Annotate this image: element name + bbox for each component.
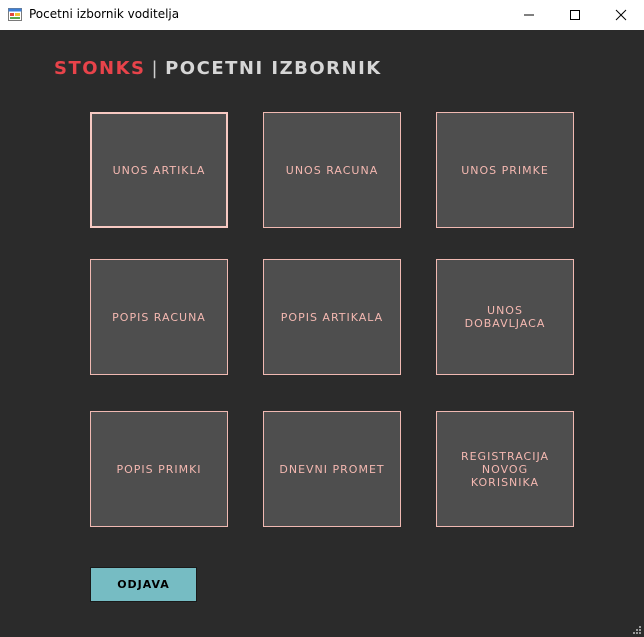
maximize-icon xyxy=(570,10,580,20)
brand-logo-text: STONKS xyxy=(54,58,146,79)
dnevni-promet-button[interactable]: DNEVNI PROMET xyxy=(263,411,401,527)
app-icon xyxy=(8,8,22,21)
popis-primki-button[interactable]: POPIS PRIMKI xyxy=(90,411,228,527)
minimize-icon xyxy=(524,14,534,16)
minimize-button[interactable] xyxy=(506,0,552,30)
popis-artikala-button[interactable]: POPIS ARTIKALA xyxy=(263,259,401,375)
logout-button[interactable]: ODJAVA xyxy=(90,567,197,602)
page-title: POCETNI IZBORNIK xyxy=(165,58,382,79)
registracija-korisnika-button[interactable]: REGISTRACIJA NOVOG KORISNIKA xyxy=(436,411,574,527)
resize-grip-icon[interactable] xyxy=(632,625,642,635)
page-header: STONKS | POCETNI IZBORNIK xyxy=(54,58,382,79)
client-area: STONKS | POCETNI IZBORNIK UNOS ARTIKLA UNO… xyxy=(0,30,644,637)
close-icon xyxy=(615,9,627,21)
header-separator: | xyxy=(151,58,160,79)
unos-primke-button[interactable]: UNOS PRIMKE xyxy=(436,112,574,228)
popis-racuna-button[interactable]: POPIS RACUNA xyxy=(90,259,228,375)
unos-racuna-button[interactable]: UNOS RACUNA xyxy=(263,112,401,228)
close-button[interactable] xyxy=(598,0,644,30)
title-bar[interactable]: Pocetni izbornik voditelja xyxy=(0,0,644,30)
unos-artikla-button[interactable]: UNOS ARTIKLA xyxy=(90,112,228,228)
window-title: Pocetni izbornik voditelja xyxy=(29,7,180,21)
maximize-button[interactable] xyxy=(552,0,598,30)
app-window: Pocetni izbornik voditelja STONKS | POCETN… xyxy=(0,0,644,637)
unos-dobavljaca-button[interactable]: UNOS DOBAVLJACA xyxy=(436,259,574,375)
